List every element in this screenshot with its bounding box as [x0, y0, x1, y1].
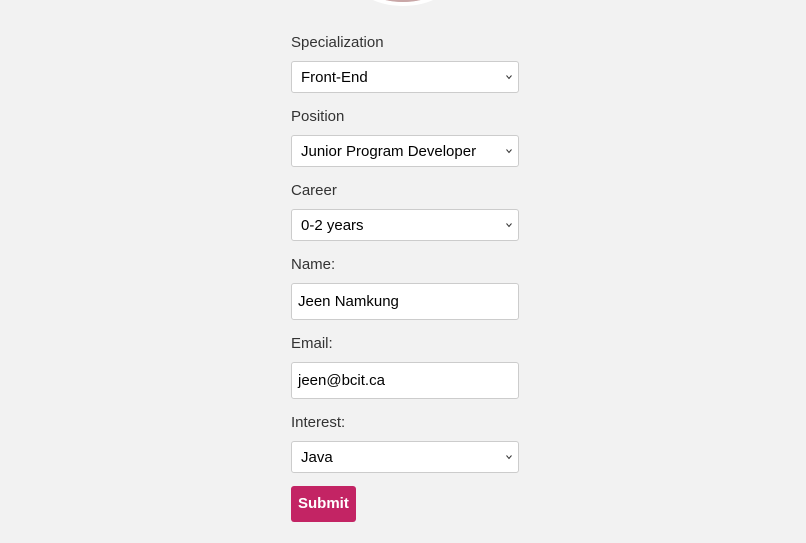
email-input[interactable]: jeen@bcit.ca — [291, 362, 519, 399]
interest-label: Interest: — [291, 414, 346, 431]
career-label: Career — [291, 182, 337, 199]
profile-form-page: Specialization Front-End Position Junior… — [0, 0, 806, 543]
specialization-label: Specialization — [291, 34, 384, 51]
name-value: Jeen Namkung — [298, 293, 399, 310]
chevron-down-icon — [506, 455, 512, 460]
specialization-select[interactable]: Front-End — [291, 61, 519, 93]
interest-value: Java — [301, 449, 333, 466]
chevron-down-icon — [506, 223, 512, 228]
position-select[interactable]: Junior Program Developer — [291, 135, 519, 167]
interest-select[interactable]: Java — [291, 441, 519, 473]
name-label: Name: — [291, 256, 336, 273]
chevron-down-icon — [506, 149, 512, 154]
email-label: Email: — [291, 335, 333, 352]
avatar-photo — [375, 0, 439, 2]
career-value: 0-2 years — [301, 217, 364, 234]
email-value: jeen@bcit.ca — [298, 372, 385, 389]
profile-form: Specialization Front-End Position Junior… — [291, 34, 519, 522]
avatar — [353, 0, 453, 6]
position-label: Position — [291, 108, 345, 125]
chevron-down-icon — [506, 75, 512, 80]
career-select[interactable]: 0-2 years — [291, 209, 519, 241]
name-input[interactable]: Jeen Namkung — [291, 283, 519, 320]
submit-button[interactable]: Submit — [291, 486, 356, 522]
position-value: Junior Program Developer — [301, 143, 477, 160]
specialization-value: Front-End — [301, 69, 368, 86]
